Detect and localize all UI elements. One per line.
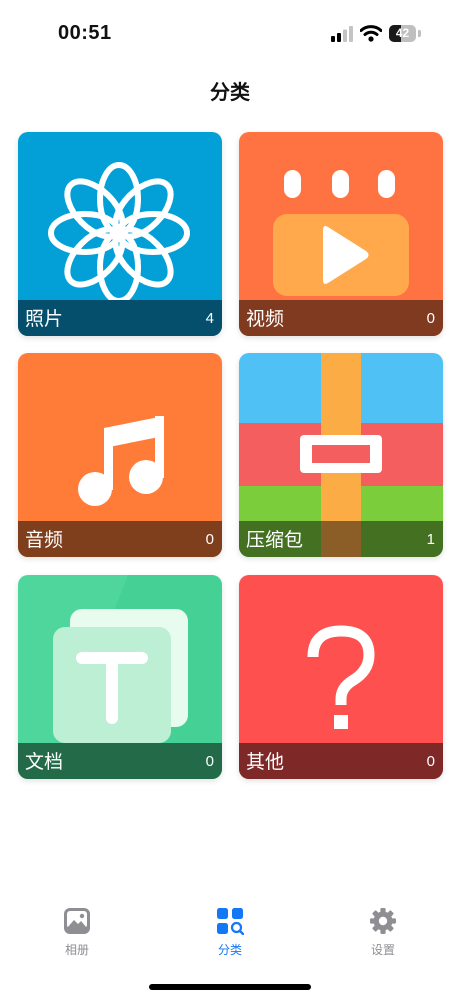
category-count: 0 — [426, 310, 435, 327]
status-time: 00:51 — [58, 22, 112, 44]
category-tile-document[interactable]: 文档 0 — [18, 575, 222, 779]
category-count: 0 — [426, 753, 435, 770]
category-count: 1 — [426, 531, 435, 548]
status-bar: 00:51 42 — [0, 0, 460, 64]
category-tile-photos[interactable]: 照片 4 — [18, 132, 222, 336]
category-name: 音频 — [25, 530, 64, 551]
gear-icon — [370, 908, 396, 934]
cellular-signal-icon — [331, 26, 353, 42]
category-tile-audio[interactable]: 音频 0 — [18, 353, 222, 557]
category-tile-other[interactable]: 其他 0 — [239, 575, 443, 779]
category-tile-archive[interactable]: 压缩包 1 — [239, 353, 443, 557]
tab-label: 分类 — [217, 943, 242, 957]
tab-settings[interactable]: 设置 — [333, 907, 433, 963]
category-icon — [217, 908, 244, 935]
home-indicator — [149, 984, 311, 990]
page-title: 分类 — [210, 82, 250, 104]
wifi-icon — [360, 25, 382, 42]
tab-album[interactable]: 相册 — [27, 907, 127, 963]
category-name: 其他 — [246, 752, 285, 773]
category-count: 0 — [205, 753, 214, 770]
category-name: 视频 — [246, 309, 285, 330]
category-name: 照片 — [25, 309, 64, 330]
tab-category[interactable]: 分类 — [180, 907, 280, 963]
category-count: 0 — [205, 531, 214, 548]
category-count: 4 — [205, 310, 214, 327]
album-icon — [64, 908, 90, 934]
battery-icon: 42 — [389, 25, 421, 42]
category-tile-video[interactable]: 视频 0 — [239, 132, 443, 336]
battery-level: 42 — [395, 26, 410, 40]
tab-label: 相册 — [64, 943, 89, 957]
category-name: 文档 — [25, 752, 64, 773]
category-name: 压缩包 — [246, 530, 304, 551]
tab-label: 设置 — [370, 943, 395, 957]
